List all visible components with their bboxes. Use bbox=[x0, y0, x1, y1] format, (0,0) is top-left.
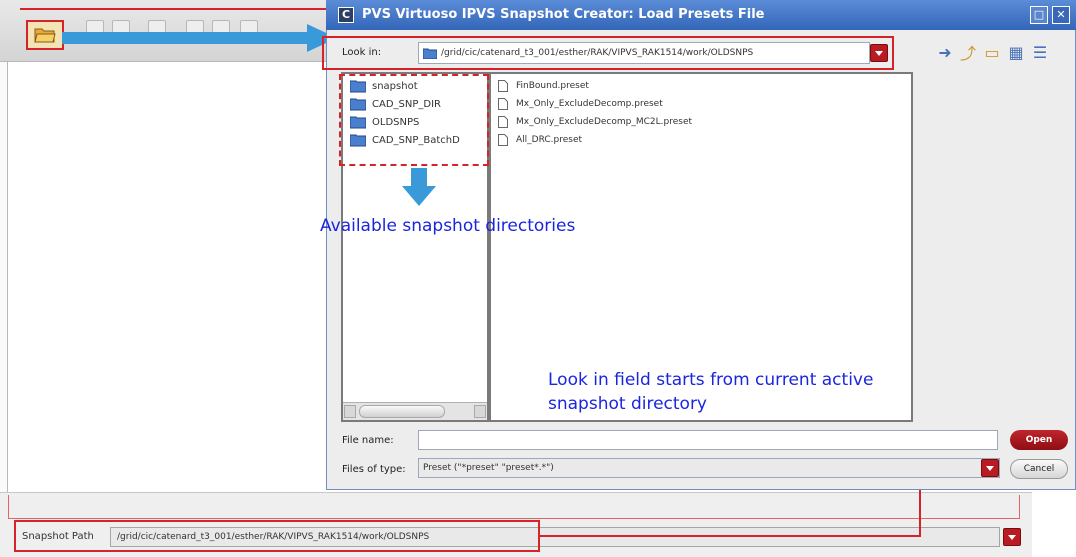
places-scrollbar[interactable] bbox=[343, 402, 487, 420]
file-icon bbox=[498, 80, 508, 92]
places-highlight bbox=[339, 74, 489, 166]
app-icon: C bbox=[338, 7, 354, 23]
file-list-item[interactable]: FinBound.preset bbox=[498, 78, 589, 94]
look-in-highlight bbox=[322, 36, 894, 70]
file-list-item[interactable]: Mx_Only_ExcludeDecomp.preset bbox=[498, 96, 663, 112]
snapshot-path-dropdown-button[interactable] bbox=[1003, 528, 1021, 546]
file-name: Mx_Only_ExcludeDecomp_MC2L.preset bbox=[516, 117, 693, 127]
up-folder-icon[interactable]: ⤴ bbox=[958, 42, 978, 63]
annotation-line bbox=[20, 8, 330, 10]
files-of-type-label: Files of type: bbox=[342, 464, 406, 475]
file-name-label: File name: bbox=[342, 435, 394, 446]
annotation-look-in-line2: snapshot directory bbox=[548, 394, 707, 414]
file-name: FinBound.preset bbox=[516, 81, 589, 91]
file-list-item[interactable]: All_DRC.preset bbox=[498, 132, 582, 148]
snapshot-path-highlight bbox=[14, 520, 540, 552]
main-left-border bbox=[0, 62, 8, 495]
scroll-thumb[interactable] bbox=[359, 405, 445, 418]
dialog-title: PVS Virtuoso IPVS Snapshot Creator: Load… bbox=[362, 7, 765, 22]
file-icon bbox=[498, 134, 508, 146]
scroll-right-icon[interactable] bbox=[474, 405, 486, 418]
list-view-icon[interactable]: ▦ bbox=[1006, 42, 1026, 62]
details-view-icon[interactable]: ☰ bbox=[1030, 42, 1050, 62]
down-arrow-icon bbox=[402, 168, 436, 206]
file-list-item[interactable]: Mx_Only_ExcludeDecomp_MC2L.preset bbox=[498, 114, 692, 130]
cancel-button[interactable]: Cancel bbox=[1010, 459, 1068, 479]
back-icon[interactable]: ➜ bbox=[935, 42, 955, 62]
files-of-type-dropdown-button[interactable] bbox=[981, 459, 999, 477]
scroll-left-icon[interactable] bbox=[344, 405, 356, 418]
pointer-arrow-icon bbox=[62, 24, 337, 52]
file-icon bbox=[498, 116, 508, 128]
file-icon bbox=[498, 98, 508, 110]
annotation-look-in-line1: Look in field starts from current active bbox=[548, 370, 874, 390]
chevron-down-icon bbox=[1008, 534, 1016, 540]
file-name: Mx_Only_ExcludeDecomp.preset bbox=[516, 99, 663, 109]
file-name-input[interactable] bbox=[418, 430, 998, 450]
new-folder-icon[interactable]: ▭ bbox=[982, 42, 1002, 62]
open-folder-button[interactable] bbox=[26, 20, 64, 50]
close-button[interactable]: ✕ bbox=[1052, 6, 1070, 24]
maximize-button[interactable]: □ bbox=[1030, 6, 1048, 24]
annotation-available-dirs: Available snapshot directories bbox=[320, 216, 576, 236]
folder-open-icon bbox=[34, 28, 56, 43]
files-of-type-select[interactable]: Preset ("*preset" "preset*.*") bbox=[418, 458, 1000, 478]
chevron-down-icon bbox=[986, 465, 994, 471]
file-name: All_DRC.preset bbox=[516, 135, 583, 145]
open-button[interactable]: Open bbox=[1010, 430, 1068, 450]
